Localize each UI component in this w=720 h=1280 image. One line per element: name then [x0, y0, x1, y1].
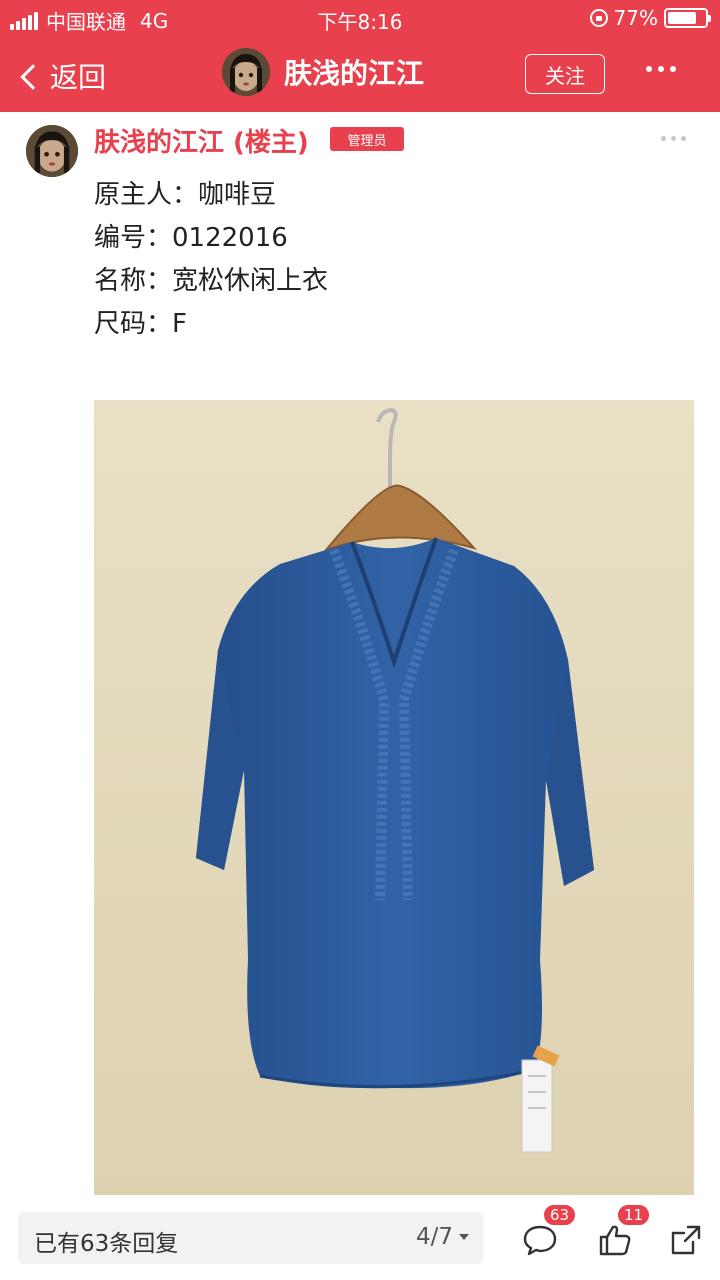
page-indicator-label: 4/7 — [415, 1224, 453, 1250]
rotation-lock-icon — [589, 9, 608, 27]
status-bar: 中国联通 4G 下午8:16 77% — [0, 0, 720, 36]
avatar-image — [26, 125, 78, 177]
nav-bar: 返回 肤浅的江江 关注 — [0, 36, 720, 112]
admin-badge: 管理员 — [330, 127, 404, 151]
status-right: 77% — [589, 6, 711, 30]
post-more-icon[interactable] — [661, 136, 686, 141]
avatar-image — [222, 48, 270, 96]
battery-percent: 77% — [613, 6, 658, 30]
share-icon[interactable] — [668, 1222, 704, 1258]
product-photo[interactable] — [94, 400, 694, 1195]
post-line-owner: 原主人：咖啡豆 — [94, 180, 277, 210]
more-options-icon[interactable] — [646, 66, 676, 72]
post-line-name: 名称：宽松休闲上衣 — [94, 266, 329, 296]
like-count-badge: 11 — [617, 1204, 651, 1226]
follow-button[interactable]: 关注 — [525, 54, 605, 94]
comment-icon[interactable] — [522, 1222, 558, 1258]
post-content: 原主人：咖啡豆 编号：0122016 名称：宽松休闲上衣 尺码：F — [94, 176, 328, 348]
blue-shirt-image — [94, 400, 694, 1195]
nav-avatar[interactable] — [222, 48, 270, 96]
post-line-number: 编号：0122016 — [94, 223, 288, 253]
back-label: 返回 — [50, 61, 107, 94]
chevron-left-icon — [20, 64, 46, 90]
back-button[interactable]: 返回 — [20, 56, 107, 96]
bottom-bar: 已有63条回复 4/7 63 11 — [0, 1200, 720, 1280]
reply-count-label: 已有63条回复 — [34, 1231, 179, 1257]
page-selector[interactable]: 4/7 — [416, 1224, 469, 1250]
battery-fill — [668, 12, 696, 24]
post-author-avatar[interactable] — [26, 125, 78, 177]
reply-input[interactable]: 已有63条回复 4/7 — [18, 1212, 483, 1264]
post-line-size: 尺码：F — [94, 309, 187, 339]
comment-count-badge: 63 — [543, 1204, 577, 1226]
post-author-name[interactable]: 肤浅的江江 (楼主) — [94, 122, 309, 159]
battery-icon — [664, 8, 711, 28]
nav-user[interactable]: 肤浅的江江 — [222, 48, 424, 96]
thumbs-up-icon[interactable] — [597, 1222, 633, 1258]
caret-down-icon — [459, 1234, 469, 1240]
nav-title: 肤浅的江江 — [284, 57, 425, 90]
